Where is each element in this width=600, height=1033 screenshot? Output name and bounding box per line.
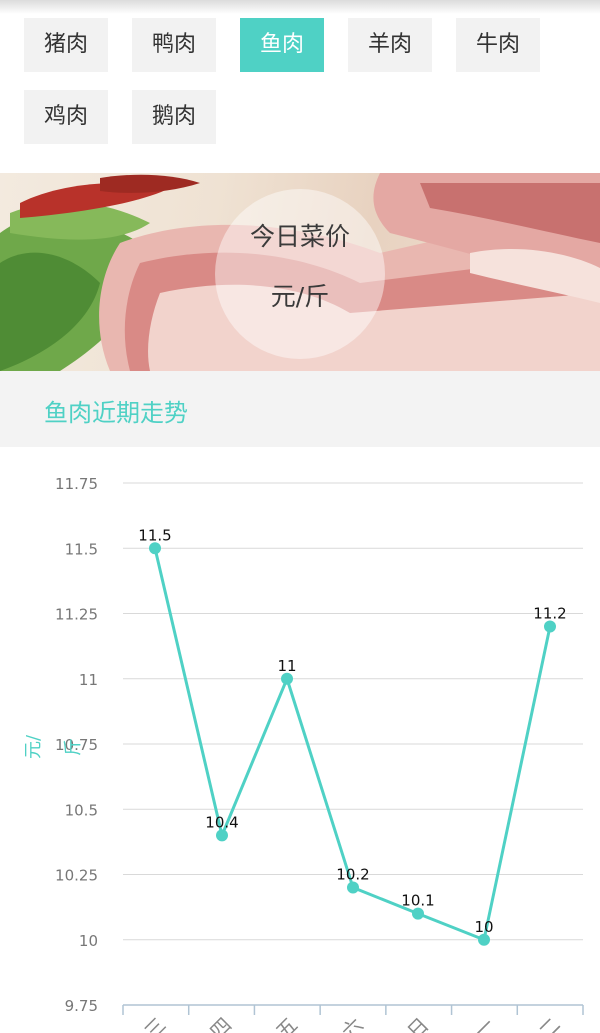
today-price-badge: 今日菜价 元/斤: [215, 189, 385, 359]
y-tick-label: 11.25: [55, 606, 98, 624]
data-label: 10: [474, 918, 493, 936]
banner-title: 今日菜价: [249, 222, 350, 251]
x-tick-label: 三: [140, 1013, 171, 1033]
x-tick-label: 二: [534, 1013, 565, 1033]
meat-category-tabs: 猪肉 鸭肉 鱼肉 羊肉 牛肉鸡肉 鹅肉: [0, 0, 600, 173]
trend-section-header: 鱼肉近期走势: [0, 371, 600, 447]
data-label: 10.4: [205, 813, 238, 831]
tab-5[interactable]: 鸡肉: [24, 90, 108, 144]
tab-4[interactable]: 牛肉: [456, 18, 540, 72]
banner: 今日菜价 元/斤: [0, 173, 600, 371]
y-tick-label: 10: [79, 932, 98, 950]
data-label: 10.2: [336, 866, 369, 884]
banner-unit: 元/斤: [270, 282, 330, 311]
data-label: 11.2: [533, 605, 566, 623]
x-tick-label: 日: [402, 1013, 433, 1033]
price-trend-chart: 11.75 11.5 11.25 11 10.75 10.5 10.25 10 9.75 三四五六…: [0, 447, 600, 1033]
tab-6[interactable]: 鹅肉: [132, 90, 216, 144]
data-label: 11: [277, 657, 296, 675]
data-label: 11.5: [138, 526, 171, 544]
data-label: 10.1: [401, 892, 434, 910]
y-tick-label: 9.75: [65, 997, 98, 1015]
y-tick-label: 11.5: [65, 540, 98, 558]
x-tick-label: 一: [468, 1013, 499, 1033]
tab-3[interactable]: 羊肉: [348, 18, 432, 72]
y-tick-label: 11: [79, 671, 98, 689]
y-tick-label: 11.75: [55, 475, 98, 493]
x-tick-label: 五: [271, 1013, 302, 1033]
x-tick-label: 四: [205, 1013, 236, 1033]
x-tick-label: 六: [337, 1013, 368, 1033]
y-tick-label: 10.5: [65, 801, 98, 819]
tab-0[interactable]: 猪肉: [24, 18, 108, 72]
tab-1[interactable]: 鸭肉: [132, 18, 216, 72]
y-tick-label: 10.25: [55, 867, 98, 885]
tab-2[interactable]: 鱼肉: [240, 18, 324, 72]
y-axis-label: 元/斤: [23, 734, 84, 760]
trend-section-title: 鱼肉近期走势: [44, 399, 188, 427]
